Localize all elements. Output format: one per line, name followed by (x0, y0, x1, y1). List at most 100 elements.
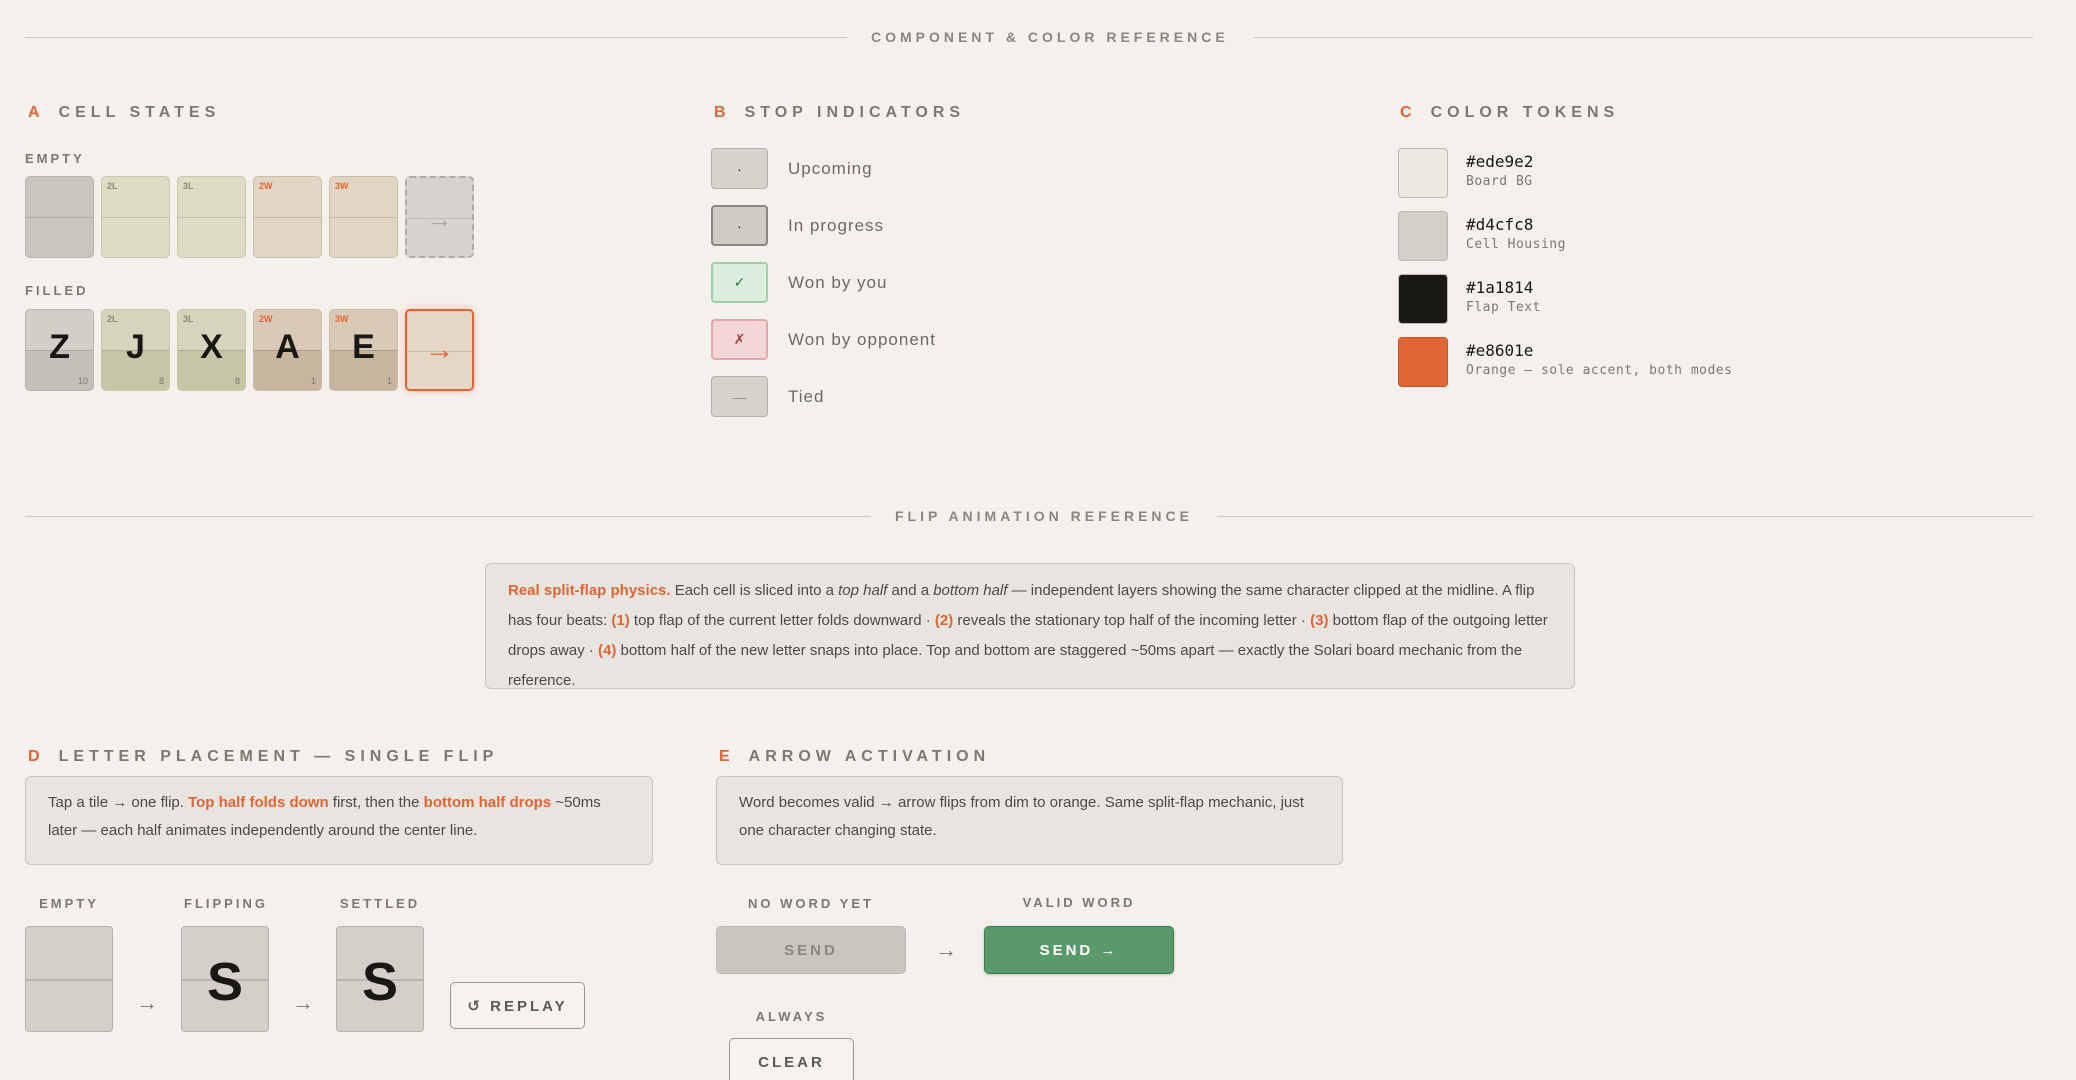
cell-filled-2l[interactable]: 2L J 8 (101, 309, 170, 391)
section-title: LETTER PLACEMENT — SINGLE FLIP (58, 748, 499, 765)
stop-upcoming: · Upcoming (711, 148, 873, 189)
info-text: Tap a tile → one flip. (48, 794, 189, 811)
multiplier-badge: 2L (107, 181, 118, 191)
cell-arrow-inactive[interactable]: → (405, 176, 474, 258)
cell-char: S (361, 952, 399, 1012)
stop-label: Won by you (788, 272, 888, 292)
cell-filled[interactable]: Z 10 (25, 309, 94, 391)
cell-filled-2w[interactable]: 2W A 1 (253, 309, 322, 391)
cell-filled-3w[interactable]: 3W E 1 (329, 309, 398, 391)
stop-tied: — Tied (711, 376, 824, 417)
info-text: top flap of the current letter folds dow… (629, 612, 935, 629)
section-a-heading: A CELL STATES (28, 104, 220, 122)
flip-physics-description: Real split-flap physics. Each cell is sl… (485, 563, 1575, 689)
info-accent: Top half folds down (188, 794, 329, 811)
cell-empty-2w[interactable]: 2W (253, 176, 322, 258)
stop-label: In progress (788, 215, 885, 235)
demo-cell-settled: S (336, 926, 424, 1032)
multiplier-badge: 3L (183, 181, 194, 191)
cell-points: 1 (386, 376, 392, 386)
info-lead: Real split-flap physics. (508, 582, 671, 599)
cell-empty-3l[interactable]: 3L (177, 176, 246, 258)
section-title: ARROW ACTIVATION (748, 748, 991, 765)
send-button-active[interactable]: SEND → (984, 926, 1174, 974)
section-letter: C (1400, 104, 1417, 121)
info-em: bottom half (933, 582, 1008, 599)
color-swatch (1398, 337, 1448, 387)
divider-label: FLIP ANIMATION REFERENCE (895, 508, 1193, 524)
send-button-disabled[interactable]: SEND (716, 926, 906, 974)
info-accent: bottom half drops (423, 794, 552, 811)
cross-icon: ✗ (711, 319, 768, 360)
arrow-activation-description: Word becomes valid → arrow flips from di… (716, 776, 1343, 865)
token-hex: #1a1814 (1466, 278, 1534, 297)
section-c-heading: C COLOR TOKENS (1400, 104, 1619, 122)
cell-points: 10 (77, 376, 88, 386)
info-text: Each cell is sliced into a (670, 582, 839, 599)
divider-component-color: COMPONENT & COLOR REFERENCE (25, 27, 2033, 47)
stop-label: Tied (788, 386, 825, 406)
token-desc: Orange — sole accent, both modes (1466, 363, 1733, 378)
cell-points: 8 (158, 376, 164, 386)
clear-button[interactable]: CLEAR (729, 1038, 854, 1080)
multiplier-badge: 3L (183, 314, 194, 324)
divider-line (25, 515, 871, 517)
multiplier-badge: 2W (259, 314, 273, 324)
arrow-right-icon: → (292, 990, 314, 1015)
color-token-board-bg: #ede9e2 Board BG (1398, 148, 1533, 198)
section-title: COLOR TOKENS (1430, 104, 1620, 121)
stop-lost: ✗ Won by opponent (711, 319, 936, 360)
arrow-right-icon: → (935, 937, 957, 962)
info-text: bottom half of the new letter snaps into… (508, 642, 1523, 689)
arrow-right-icon: → (136, 990, 158, 1015)
check-icon: ✓ (711, 262, 768, 303)
arrow-icon: → (424, 333, 455, 366)
always-label: ALWAYS (755, 1009, 828, 1024)
cell-filled-3l[interactable]: 3L X 8 (177, 309, 246, 391)
color-swatch (1398, 274, 1448, 324)
section-e-heading: E ARROW ACTIVATION (719, 748, 990, 766)
stop-in-progress: · In progress (711, 205, 884, 246)
cell-empty-3w[interactable]: 3W (329, 176, 398, 258)
info-text: reveals the stationary top half of the i… (953, 612, 1311, 629)
replay-button[interactable]: ↺ REPLAY (450, 982, 585, 1029)
info-text: and a (887, 582, 934, 599)
color-token-orange: #e8601e Orange — sole accent, both modes (1398, 337, 1732, 387)
color-swatch (1398, 211, 1448, 261)
stop-label: Upcoming (788, 158, 873, 178)
divider-line (1216, 515, 2033, 517)
cell-char: J (126, 328, 145, 366)
empty-label: EMPTY (25, 151, 85, 166)
section-letter: A (28, 104, 45, 121)
cell-char: S (206, 952, 244, 1012)
section-title: CELL STATES (58, 104, 221, 121)
multiplier-badge: 3W (335, 314, 349, 324)
divider-line (25, 36, 847, 38)
info-em: top half (838, 582, 888, 599)
section-title: STOP INDICATORS (744, 104, 966, 121)
info-text: Word becomes valid → arrow flips from di… (739, 794, 1304, 839)
demo-label-flipping: FLIPPING (184, 896, 268, 911)
cell-char: Z (49, 328, 70, 366)
cell-char: A (275, 328, 300, 366)
stop-label: Won by opponent (788, 329, 936, 349)
color-token-flap-text: #1a1814 Flap Text (1398, 274, 1541, 324)
demo-cell-empty (25, 926, 113, 1032)
info-text: first, then the (328, 794, 424, 811)
beat-number: (4) (598, 642, 617, 659)
cell-empty-plain[interactable] (25, 176, 94, 258)
section-letter: B (714, 104, 731, 121)
cell-points: 8 (234, 376, 240, 386)
beat-number: (3) (1310, 612, 1329, 629)
stop-won: ✓ Won by you (711, 262, 887, 303)
section-letter: E (719, 748, 735, 765)
demo-cell-flipping: S (181, 926, 269, 1032)
beat-number: (1) (611, 612, 630, 629)
divider-flip-animation: FLIP ANIMATION REFERENCE (25, 506, 2033, 526)
cell-arrow-active[interactable]: → (405, 309, 474, 391)
token-desc: Board BG (1466, 174, 1533, 189)
stop-indicator: · (711, 205, 768, 246)
cell-empty-2l[interactable]: 2L (101, 176, 170, 258)
dash-icon: — (711, 376, 768, 417)
cell-points: 1 (310, 376, 316, 386)
